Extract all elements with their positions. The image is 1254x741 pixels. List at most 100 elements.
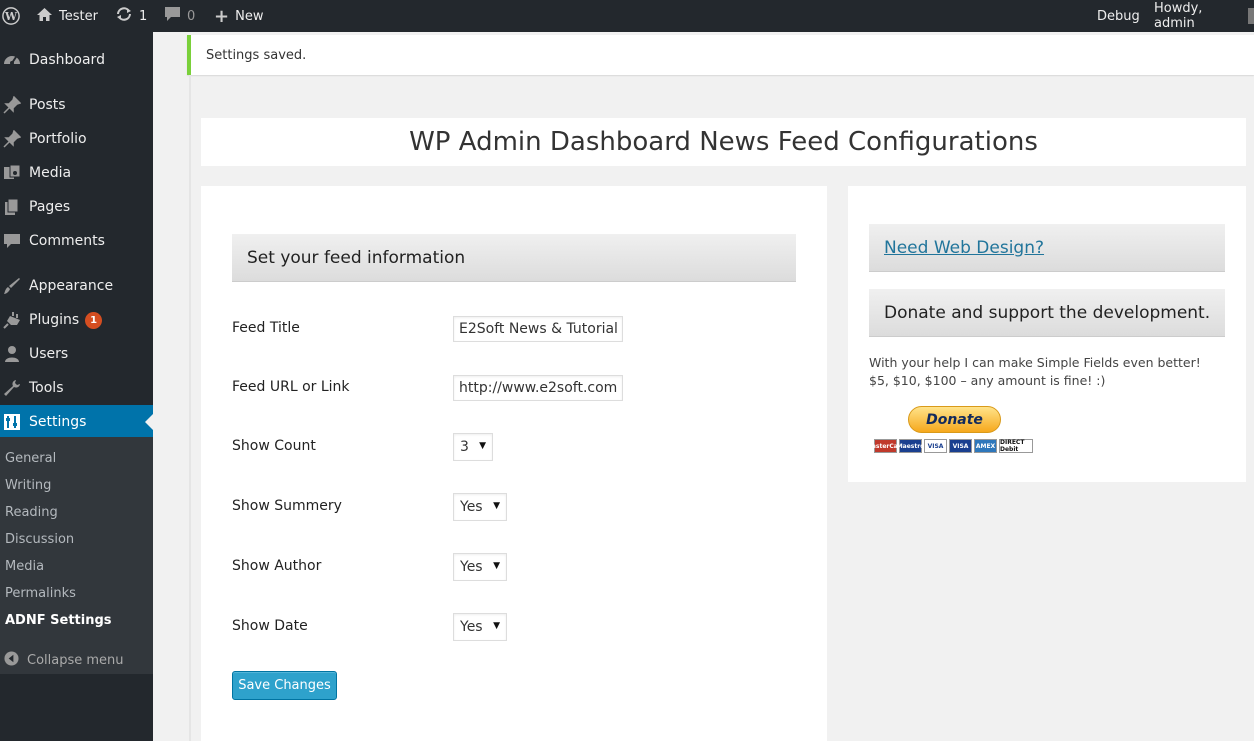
plugins-update-badge: 1 (85, 311, 103, 329)
refresh-icon (115, 6, 133, 26)
sidebar-item-label: Tools (29, 380, 64, 396)
feed-url-input[interactable] (453, 375, 623, 401)
page-title-box: WP Admin Dashboard News Feed Configurati… (201, 118, 1246, 166)
sidebar-item-label: Settings (29, 414, 87, 430)
sidebar-item-users[interactable]: Users (0, 337, 153, 371)
submenu-adnf-settings[interactable]: ADNF Settings (5, 611, 112, 631)
show-author-label: Show Author (232, 558, 322, 574)
settings-submenu: General Writing Reading Discussion Media… (0, 437, 153, 674)
sidebar-item-posts[interactable]: Posts (0, 88, 153, 122)
show-summery-select[interactable]: Yes ▼ (453, 493, 507, 521)
dropdown-arrow-icon: ▼ (493, 621, 500, 631)
brush-icon (2, 276, 22, 296)
settings-saved-notice: Settings saved. (187, 35, 1254, 75)
support-panel: Need Web Design? Donate and support the … (848, 186, 1246, 482)
donate-title: Donate and support the development. (884, 302, 1211, 323)
visa-icon: VISA (924, 439, 947, 453)
donate-button[interactable]: Donate (908, 406, 1001, 433)
sidebar-item-label: Portfolio (29, 131, 87, 147)
sidebar-item-label: Posts (29, 97, 66, 113)
comment-icon (164, 6, 181, 26)
comments-link[interactable]: 0 (164, 0, 195, 32)
maestro-icon: Maestro (897, 439, 924, 453)
sidebar-item-label: Media (29, 165, 72, 181)
sidebar-item-plugins[interactable]: Plugins 1 (0, 303, 153, 337)
sidebar-item-dashboard[interactable]: Dashboard (0, 43, 153, 77)
sidebar-item-portfolio[interactable]: Portfolio (0, 122, 153, 156)
page-title: WP Admin Dashboard News Feed Configurati… (409, 127, 1038, 157)
sidebar-item-appearance[interactable]: Appearance (0, 269, 153, 303)
show-date-select[interactable]: Yes ▼ (453, 613, 507, 641)
sidebar-item-label: Plugins (29, 312, 80, 328)
show-summery-label: Show Summery (232, 498, 342, 514)
content-divider (189, 75, 191, 741)
sidebar-item-comments[interactable]: Comments (0, 224, 153, 258)
dropdown-arrow-icon: ▼ (479, 441, 486, 451)
submenu-media[interactable]: Media (5, 557, 44, 577)
avatar (1248, 8, 1254, 24)
feed-settings-panel: Set your feed information Feed Title Fee… (201, 186, 827, 741)
sidebar-item-label: Users (29, 346, 69, 362)
submenu-reading[interactable]: Reading (5, 503, 58, 523)
pin-icon (2, 95, 22, 115)
dashboard-icon (2, 50, 22, 70)
show-author-select[interactable]: Yes ▼ (453, 553, 507, 581)
collapse-arrow-icon (4, 650, 19, 670)
settings-icon (2, 412, 22, 432)
sidebar-item-label: Dashboard (29, 52, 105, 68)
mastercard-icon: MasterCard (866, 439, 905, 453)
need-web-design-link[interactable]: Need Web Design? (884, 238, 1044, 258)
site-name-label: Tester (59, 8, 98, 24)
dropdown-arrow-icon: ▼ (493, 561, 500, 571)
sidebar-item-label: Appearance (29, 278, 114, 294)
save-changes-button[interactable]: Save Changes (232, 671, 337, 700)
media-icon (2, 163, 22, 183)
admin-bar: W Tester 1 0 + New Debug Howdy, admin (0, 0, 1254, 32)
feed-url-label: Feed URL or Link (232, 379, 350, 395)
feed-title-label: Feed Title (232, 320, 300, 336)
admin-sidebar: Dashboard Posts Portfolio Media Pages Co… (0, 32, 153, 741)
section-header: Set your feed information (232, 234, 796, 282)
howdy-label: Howdy, admin (1154, 1, 1203, 31)
show-count-select[interactable]: 3 ▼ (453, 433, 493, 461)
site-name-link[interactable]: Tester (36, 0, 98, 32)
feed-title-input[interactable] (453, 316, 623, 342)
wordpress-logo-icon[interactable]: W (2, 0, 20, 32)
collapse-menu-label: Collapse menu (27, 652, 124, 668)
show-date-label: Show Date (232, 618, 308, 634)
comment-icon (2, 231, 22, 251)
payment-cards: MasterCard Maestro VISA VISA AMEX DIRECT… (866, 438, 1033, 454)
updates-link[interactable]: 1 (115, 0, 147, 32)
new-content-link[interactable]: + New (214, 0, 263, 32)
donate-header: Donate and support the development. (869, 289, 1225, 337)
show-count-value: 3 (460, 439, 469, 455)
comments-count: 0 (187, 8, 196, 24)
direct-debit-icon: DIRECT Debit (999, 439, 1033, 453)
sidebar-item-pages[interactable]: Pages (0, 190, 153, 224)
submenu-general[interactable]: General (5, 449, 56, 469)
svg-text:W: W (4, 10, 18, 23)
sidebar-item-media[interactable]: Media (0, 156, 153, 190)
debug-label: Debug (1097, 8, 1140, 24)
pin-icon (2, 129, 22, 149)
show-date-value: Yes (460, 619, 483, 635)
sidebar-item-settings[interactable]: Settings (0, 405, 153, 439)
debug-link[interactable]: Debug (1097, 0, 1140, 32)
plugin-icon (2, 310, 22, 330)
submenu-writing[interactable]: Writing (5, 476, 51, 496)
amex-icon: AMEX (974, 439, 997, 453)
show-summery-value: Yes (460, 499, 483, 515)
sidebar-item-tools[interactable]: Tools (0, 371, 153, 405)
sidebar-item-label: Comments (29, 233, 105, 249)
sidebar-item-label: Pages (29, 199, 71, 215)
pages-icon (2, 197, 22, 217)
updates-count: 1 (139, 8, 148, 24)
section-title: Set your feed information (247, 247, 466, 268)
submenu-discussion[interactable]: Discussion (5, 530, 74, 550)
my-account-link[interactable]: Howdy, admin (1154, 0, 1254, 32)
new-label: New (235, 8, 264, 24)
collapse-menu-button[interactable]: Collapse menu (0, 648, 124, 672)
visa-icon: VISA (949, 439, 972, 453)
dropdown-arrow-icon: ▼ (493, 501, 500, 511)
submenu-permalinks[interactable]: Permalinks (5, 584, 76, 604)
